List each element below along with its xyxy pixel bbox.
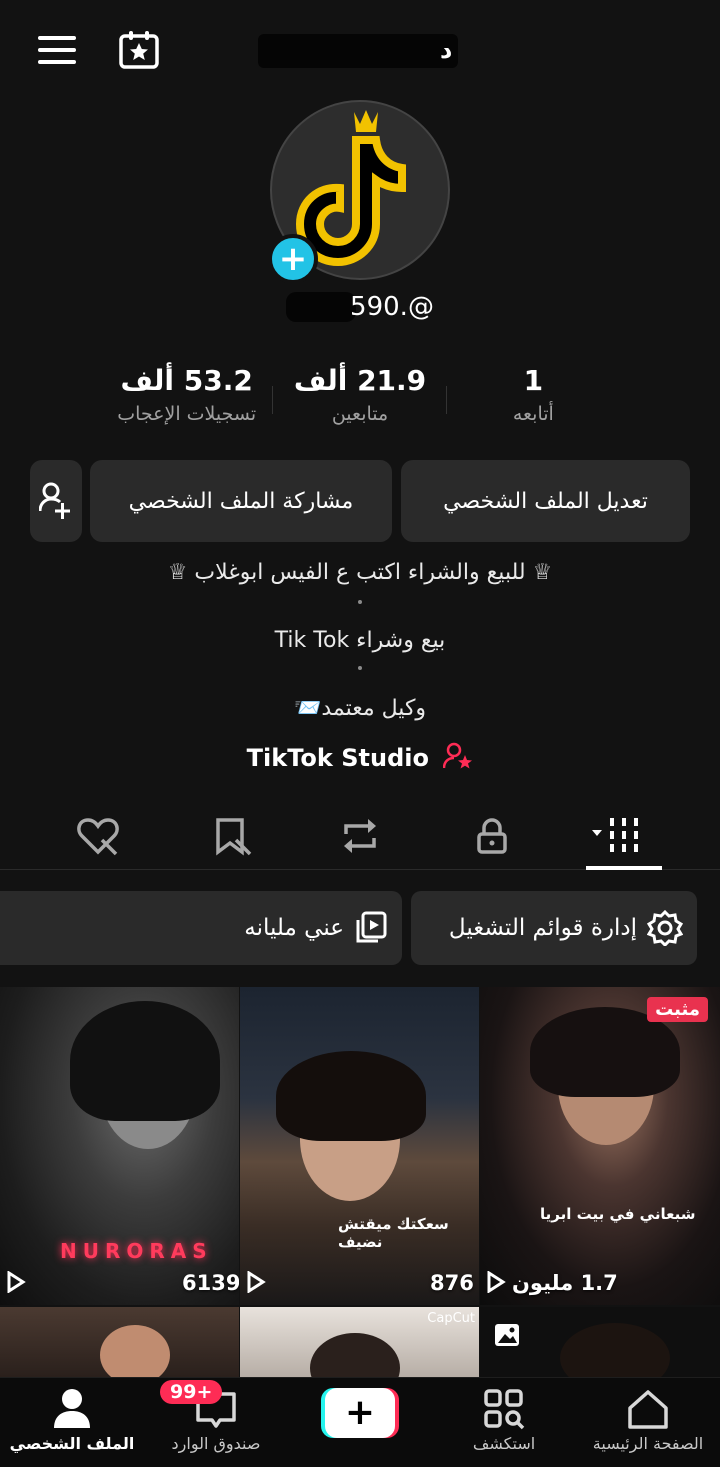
likes-stat[interactable]: 53.2 ألف تسجيلات الإعجاب: [100, 364, 274, 444]
plus-icon: +: [325, 1388, 395, 1438]
video-thumbnail[interactable]: NURORAS 6139: [0, 987, 239, 1305]
followers-stat[interactable]: 21.9 ألف متابعين: [273, 364, 448, 444]
view-count: 876: [430, 1271, 474, 1295]
following-label: أتابعه: [512, 403, 554, 425]
username-redacted: [258, 30, 458, 68]
calendar-star-icon[interactable]: [118, 30, 160, 70]
playlist-about-button[interactable]: عني مليانه: [0, 891, 402, 965]
play-icon: [7, 1271, 26, 1293]
video-thumbnail[interactable]: CapCut: [240, 1307, 479, 1377]
top-bar: د: [0, 0, 720, 100]
video-thumbnail[interactable]: [0, 1307, 239, 1377]
capcut-watermark: CapCut: [427, 1311, 475, 1326]
discover-icon: [484, 1389, 525, 1430]
likes-count: 53.2 ألف: [120, 364, 253, 397]
playlist-icon: [356, 911, 387, 943]
followers-label: متابعين: [331, 403, 389, 425]
profile-handle: 590.@: [350, 292, 434, 322]
nav-home-label: الصفحة الرئيسية: [592, 1434, 704, 1453]
manage-playlists-label: إدارة قوائم التشغيل: [448, 915, 637, 941]
thumbnail-hair: [276, 1051, 426, 1141]
active-tab-indicator: [586, 866, 662, 870]
heart-hidden-icon: [77, 818, 119, 856]
profile-person-icon: [54, 1389, 90, 1428]
add-friend-button[interactable]: [30, 460, 82, 542]
bottom-navigation: الصفحة الرئيسية استكشف + صندوق الوارد ال…: [0, 1377, 720, 1467]
bio-line-1: ♕ للبيع والشراء اكتب ع الفيس ابوغلاب ♕: [167, 560, 553, 585]
nav-discover[interactable]: استكشف: [432, 1378, 576, 1467]
following-stat[interactable]: 1 أتابعه: [447, 364, 620, 444]
bio-line-3: وكيل معتمد📨: [293, 696, 427, 721]
bio-line-2: بيع وشراء Tik Tok: [274, 628, 446, 653]
following-count: 1: [523, 364, 544, 397]
thumbnail-face: [100, 1325, 170, 1377]
share-profile-button[interactable]: مشاركة الملف الشخصي: [90, 460, 392, 542]
menu-icon[interactable]: [38, 36, 76, 66]
thumbnail-hair: [70, 1001, 220, 1121]
nav-inbox-label: صندوق الوارد: [171, 1434, 261, 1453]
bio-separator: [358, 600, 362, 604]
bio-separator: [358, 666, 362, 670]
photo-icon: [495, 1324, 519, 1346]
home-icon: [628, 1390, 668, 1429]
nav-home[interactable]: الصفحة الرئيسية: [576, 1378, 720, 1467]
video-caption: سعكتك ميقتش نضيف: [338, 1215, 449, 1251]
add-avatar-button[interactable]: +: [268, 234, 318, 284]
video-caption: شبعاني في بيت ابريا: [540, 1205, 696, 1223]
followers-count: 21.9 ألف: [293, 364, 427, 397]
tab-private[interactable]: [468, 812, 516, 860]
create-button[interactable]: +: [321, 1388, 399, 1438]
lock-icon: [477, 818, 507, 854]
manage-playlists-button[interactable]: إدارة قوائم التشغيل: [411, 891, 697, 965]
video-thumbnail-pinned[interactable]: مثبت شبعاني في بيت ابريا 1.7 مليون: [480, 987, 720, 1305]
edit-profile-button[interactable]: تعديل الملف الشخصي: [401, 460, 690, 542]
bookmark-hidden-icon: [216, 818, 252, 856]
tab-favorites[interactable]: [208, 812, 256, 860]
username-suffix: د: [440, 36, 453, 64]
content-tabs: [0, 800, 720, 870]
tiktok-studio-label: TikTok Studio: [246, 744, 429, 772]
view-count: 1.7 مليون: [512, 1271, 618, 1295]
play-icon: [247, 1271, 266, 1293]
handle-row: 590.@: [0, 292, 720, 322]
playlist-about-label: عني مليانه: [244, 915, 344, 941]
nav-profile[interactable]: الملف الشخصي: [0, 1378, 144, 1467]
thumbnail-hair: [310, 1333, 400, 1377]
video-caption: NURORAS: [60, 1239, 213, 1263]
inbox-badge: 99+: [160, 1380, 223, 1404]
view-count: 6139: [182, 1271, 239, 1295]
grid-dropdown-icon: [592, 818, 638, 852]
tiktok-studio-link[interactable]: TikTok Studio: [0, 742, 720, 776]
pinned-badge: مثبت: [647, 997, 708, 1022]
nav-discover-label: استكشف: [472, 1434, 536, 1453]
gear-icon: [647, 910, 683, 946]
tab-liked[interactable]: [74, 812, 122, 860]
video-thumbnail[interactable]: سعكتك ميقتش نضيف 876: [240, 987, 479, 1305]
tab-reposts[interactable]: [336, 812, 384, 860]
tab-videos[interactable]: [592, 812, 648, 860]
handle-redacted: [286, 292, 357, 322]
add-user-icon: [39, 482, 70, 519]
creator-star-icon: [443, 742, 473, 776]
nav-profile-label: الملف الشخصي: [9, 1434, 135, 1453]
thumbnail-hair: [560, 1323, 670, 1377]
repost-icon: [344, 819, 376, 853]
profile-stats: 1 أتابعه 21.9 ألف متابعين 53.2 ألف تسجيل…: [100, 364, 620, 444]
photo-thumbnail[interactable]: [480, 1307, 720, 1377]
likes-label: تسجيلات الإعجاب: [117, 403, 257, 425]
play-icon: [487, 1271, 506, 1293]
